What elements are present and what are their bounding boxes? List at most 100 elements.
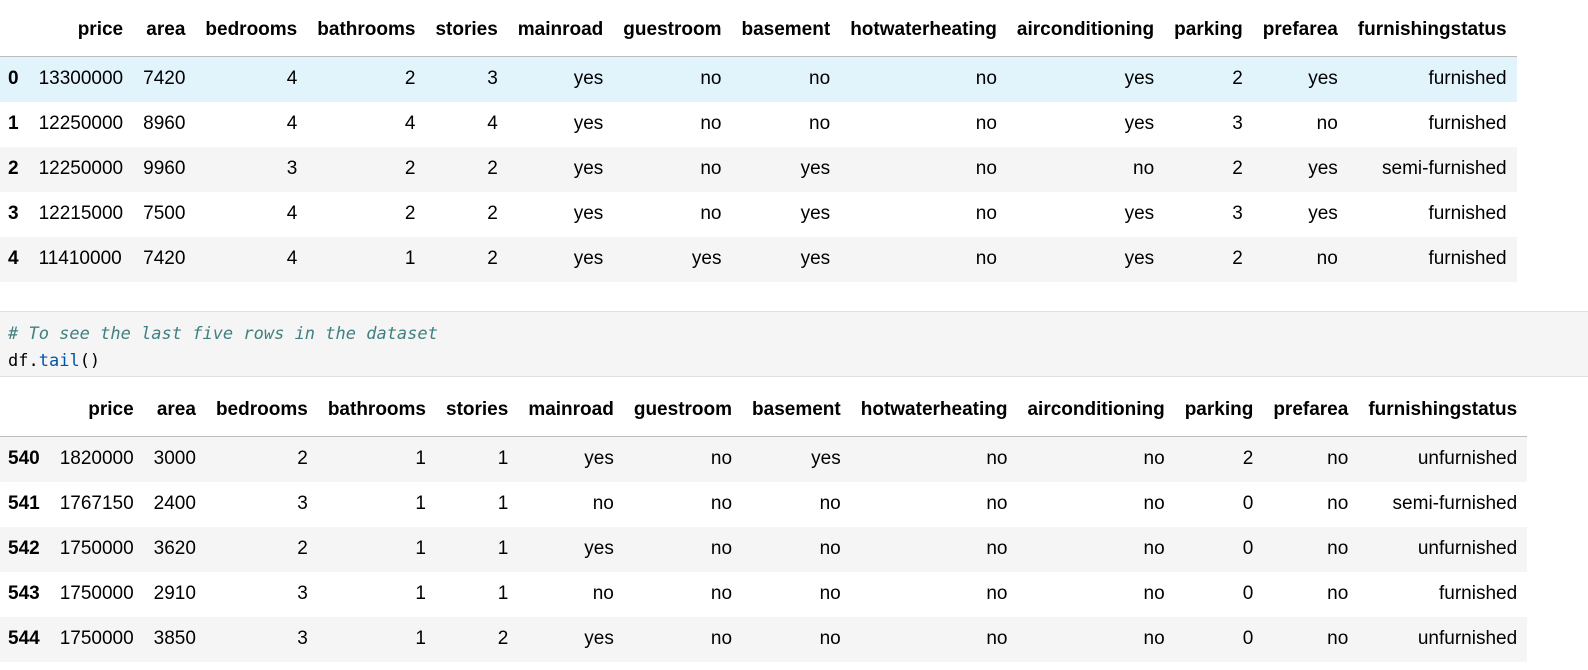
cell-parking: 2 [1232, 68, 1243, 90]
cell-mainroad: yes [573, 68, 604, 90]
column-header-airconditioning: airconditioning [1017, 384, 1175, 437]
cell-hotwaterheating: no [975, 203, 997, 224]
cell-parking: 0 [1242, 583, 1254, 604]
cell-basement: no [819, 538, 841, 559]
cell-airconditioning: yes [1124, 248, 1155, 269]
cell-parking: 0 [1242, 538, 1254, 559]
cell-basement: no [809, 113, 831, 134]
cell-bedrooms: 4 [286, 248, 298, 269]
cell-furnishingstatus: unfurnished [1417, 538, 1518, 559]
cell-guestroom: no [710, 493, 733, 514]
cell-mainroad: yes [584, 538, 614, 559]
row-index: 3 [8, 203, 19, 224]
cell-prefarea: no [1327, 493, 1349, 514]
cell-airconditioning: no [1143, 538, 1165, 559]
row-index: 2 [8, 158, 19, 179]
header-row: price area bedrooms bathrooms stories mainroa… [0, 4, 1517, 57]
row-index: 1 [8, 113, 19, 134]
cell-parking: 3 [1232, 203, 1243, 224]
cell-bedrooms: 2 [297, 538, 308, 559]
cell-bathrooms: 2 [404, 203, 416, 224]
cell-price: 11410000 [38, 248, 122, 269]
row-index: 542 [8, 538, 40, 559]
column-header-stories: stories [425, 4, 508, 57]
cell-hotwaterheating: no [975, 113, 997, 134]
cell-bathrooms: 1 [415, 628, 426, 649]
column-header-parking: parking [1164, 4, 1253, 57]
table-header: price area bedrooms bathrooms stories mainroa… [0, 384, 1528, 437]
table-row: 544 1750000 3850 3 1 2 yes no no no no 0 no unfurnish… [0, 616, 1528, 662]
column-header-stories: stories [436, 384, 519, 437]
cell-hotwaterheating: no [975, 158, 997, 179]
code-dot: . [28, 351, 39, 371]
cell-bathrooms: 1 [415, 583, 426, 604]
code-parens: () [79, 351, 101, 371]
header-row: price area bedrooms bathrooms stories mainroa… [0, 384, 1528, 437]
cell-prefarea: no [1327, 538, 1349, 559]
column-header-price: price [28, 4, 134, 57]
column-header-mainroad: mainroad [518, 384, 624, 437]
table-header: price area bedrooms bathrooms stories mainroa… [0, 4, 1517, 57]
cell-guestroom: no [700, 203, 722, 224]
cell-prefarea: yes [1308, 68, 1338, 90]
cell-prefarea: no [1316, 113, 1338, 134]
cell-guestroom: no [700, 158, 722, 179]
column-header-airconditioning: airconditioning [1006, 4, 1165, 57]
column-header-hotwaterheating: hotwaterheating [840, 4, 1007, 57]
column-header-bedrooms: bedrooms [205, 384, 318, 437]
code-method: tail [38, 351, 80, 371]
column-header-furnishingstatus: furnishingstatus [1358, 384, 1528, 437]
cell-prefarea: no [1327, 448, 1349, 470]
cell-bathrooms: 2 [404, 68, 416, 90]
column-header-guestroom: guestroom [613, 4, 732, 57]
cell-furnishingstatus: furnished [1438, 583, 1518, 604]
cell-airconditioning: yes [1124, 113, 1155, 134]
cell-area: 7500 [143, 203, 186, 224]
index-header [0, 4, 29, 57]
column-header-mainroad: mainroad [507, 4, 614, 57]
cell-basement: yes [800, 203, 831, 224]
cell-mainroad: no [592, 583, 614, 604]
cell-bedrooms: 3 [297, 493, 308, 514]
cell-area: 9960 [143, 158, 186, 179]
row-index: 543 [8, 583, 40, 604]
row-index: 0 [8, 68, 19, 90]
cell-parking: 2 [1242, 448, 1254, 470]
cell-stories: 1 [497, 538, 509, 559]
column-header-area: area [143, 384, 206, 437]
cell-prefarea: no [1327, 583, 1349, 604]
table-body: 540 1820000 3000 2 1 1 yes no yes no no 2 no unfurnis… [0, 436, 1528, 662]
cell-bathrooms: 4 [404, 113, 416, 134]
cell-price: 1750000 [59, 583, 134, 604]
cell-area: 7420 [143, 68, 186, 90]
code-cell[interactable]: # To see the last five rows in the datas… [0, 311, 1588, 377]
cell-basement: no [819, 493, 841, 514]
cell-hotwaterheating: no [986, 538, 1008, 559]
cell-mainroad: yes [573, 158, 604, 179]
cell-bedrooms: 4 [286, 203, 298, 224]
cell-airconditioning: no [1143, 493, 1165, 514]
cell-furnishingstatus: furnished [1428, 68, 1507, 90]
cell-bedrooms: 4 [286, 113, 298, 134]
cell-mainroad: no [592, 493, 614, 514]
cell-airconditioning: no [1133, 158, 1155, 179]
cell-hotwaterheating: no [975, 248, 997, 269]
code-variable: df [8, 351, 29, 371]
cell-prefarea: yes [1308, 158, 1338, 179]
cell-basement: no [809, 68, 831, 90]
column-header-basement: basement [742, 384, 851, 437]
cell-parking: 0 [1242, 493, 1254, 514]
cell-stories: 2 [487, 158, 498, 179]
index-header [0, 384, 50, 437]
column-header-price: price [49, 384, 144, 437]
cell-stories: 1 [497, 493, 509, 514]
cell-airconditioning: yes [1124, 203, 1155, 224]
cell-hotwaterheating: no [986, 493, 1008, 514]
column-header-prefarea: prefarea [1263, 384, 1359, 437]
row-index: 544 [8, 628, 40, 649]
cell-airconditioning: no [1143, 583, 1165, 604]
cell-furnishingstatus: semi-furnished [1392, 493, 1518, 514]
table-row: 543 1750000 2910 3 1 1 no no no no no 0 no furnished [0, 571, 1528, 617]
cell-stories: 3 [487, 68, 498, 90]
cell-stories: 2 [487, 248, 498, 269]
